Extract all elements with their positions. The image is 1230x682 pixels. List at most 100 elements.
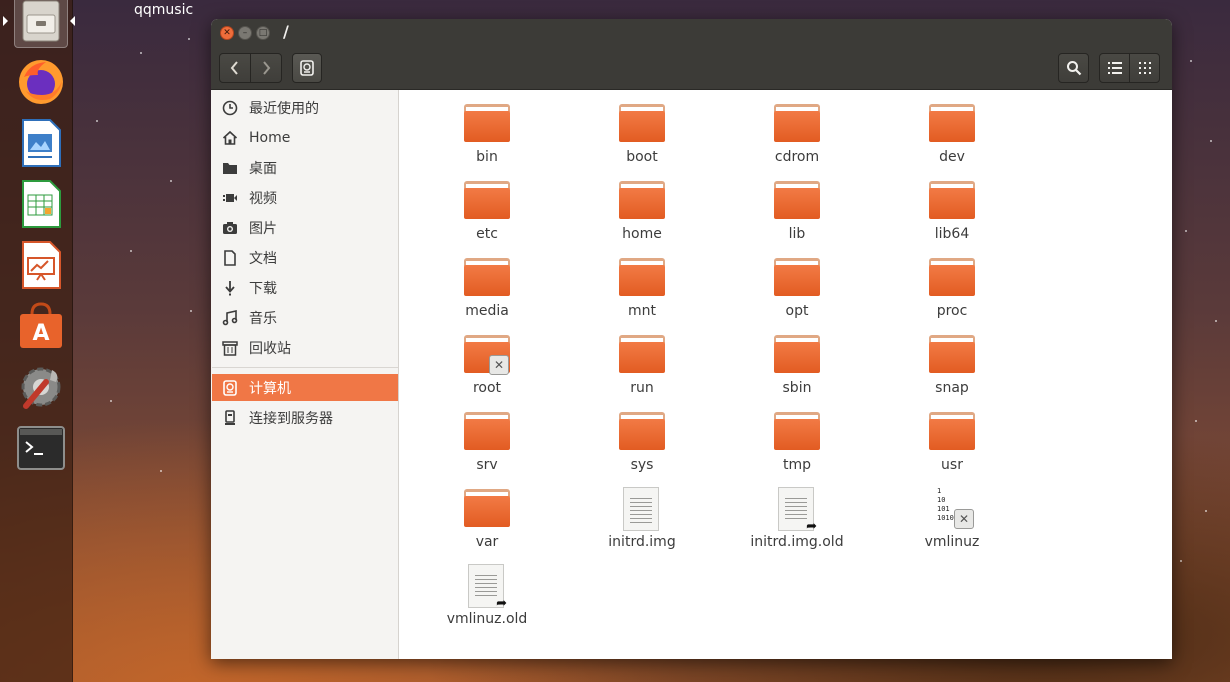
video-icon: [221, 190, 239, 206]
folder-icon: [463, 258, 511, 304]
file-name: vmlinuz: [924, 534, 980, 550]
toolbar: [211, 47, 1172, 90]
symlink-arrow-icon: ➦: [496, 596, 507, 611]
launcher-firefox[interactable]: [14, 55, 68, 109]
file-item[interactable]: mnt: [582, 258, 702, 319]
folder-icon: [463, 412, 511, 458]
sidebar-item-label: 文档: [249, 250, 277, 267]
minimize-button[interactable]: –: [238, 26, 252, 40]
sidebar-item-home[interactable]: Home: [212, 124, 398, 151]
file-item[interactable]: lib: [737, 181, 857, 242]
sidebar-item-downloads[interactable]: 下载: [212, 274, 398, 301]
file-name: var: [475, 534, 499, 550]
sidebar-item-videos[interactable]: 视频: [212, 184, 398, 211]
sidebar-item-label: 最近使用的: [249, 100, 319, 117]
file-item[interactable]: bin: [427, 104, 547, 165]
sidebar-item-computer[interactable]: 计算机: [212, 374, 398, 401]
launcher-settings[interactable]: [14, 360, 68, 414]
launcher-terminal[interactable]: [14, 421, 68, 475]
sidebar-item-documents[interactable]: 文档: [212, 244, 398, 271]
file-item[interactable]: run: [582, 335, 702, 396]
chevron-right-icon: [263, 61, 271, 75]
file-item[interactable]: etc: [427, 181, 547, 242]
file-item[interactable]: snap: [892, 335, 1012, 396]
close-button[interactable]: ✕: [220, 26, 234, 40]
title-bar[interactable]: ✕ – □ /: [211, 19, 1172, 47]
file-item[interactable]: ➦ vmlinuz.old: [427, 564, 547, 627]
launcher-calc[interactable]: [14, 177, 68, 231]
list-view-button[interactable]: [1099, 53, 1130, 83]
calc-icon: [22, 180, 61, 228]
sidebar-item-label: Home: [249, 129, 291, 146]
firefox-icon: [19, 60, 63, 104]
folder-icon: [463, 104, 511, 150]
location-computer-button[interactable]: [292, 53, 322, 83]
file-item[interactable]: boot: [582, 104, 702, 165]
sidebar-item-label: 连接到服务器: [249, 410, 333, 427]
file-item[interactable]: sys: [582, 412, 702, 473]
maximize-icon: □: [258, 27, 268, 38]
file-item[interactable]: initrd.img: [582, 487, 702, 550]
file-item[interactable]: opt: [737, 258, 857, 319]
grid-view-button[interactable]: [1129, 53, 1160, 83]
folder-icon: [618, 335, 666, 381]
sidebar-item-pictures[interactable]: 图片: [212, 214, 398, 241]
file-item[interactable]: srv: [427, 412, 547, 473]
folder-icon: [928, 104, 976, 150]
launcher-software[interactable]: A: [14, 299, 68, 353]
sidebar-item-label: 音乐: [249, 310, 277, 327]
close-icon: ✕: [223, 27, 231, 38]
file-item[interactable]: cdrom: [737, 104, 857, 165]
list-view-icon: [1107, 62, 1122, 74]
search-icon: [1066, 61, 1081, 76]
sidebar-item-label: 下载: [249, 280, 277, 297]
software-center-icon: A: [20, 302, 62, 348]
download-icon: [221, 280, 239, 296]
sidebar-item-music[interactable]: 音乐: [212, 304, 398, 331]
launcher: A: [0, 0, 75, 682]
sidebar-item-connect-server[interactable]: 连接到服务器: [212, 404, 398, 431]
folder-icon: [773, 104, 821, 150]
file-name: lib: [788, 226, 806, 242]
file-name: sbin: [782, 380, 812, 396]
search-button[interactable]: [1058, 53, 1089, 83]
file-name: snap: [935, 380, 969, 396]
grid-view-icon: [1138, 62, 1151, 74]
file-item[interactable]: media: [427, 258, 547, 319]
file-item[interactable]: ✕ root: [427, 335, 547, 396]
launcher-impress[interactable]: [14, 238, 68, 292]
launcher-writer[interactable]: [14, 116, 68, 170]
launcher-files[interactable]: [14, 0, 68, 48]
file-item[interactable]: var: [427, 489, 547, 550]
sidebar-item-label: 视频: [249, 190, 277, 207]
file-name: srv: [476, 457, 498, 473]
file-item[interactable]: tmp: [737, 412, 857, 473]
back-button[interactable]: [219, 53, 251, 83]
sidebar-item-label: 图片: [249, 220, 277, 237]
running-indicator: [3, 16, 8, 26]
file-item[interactable]: 1 10 101 1010 ✕ vmlinuz: [892, 487, 1012, 550]
file-item[interactable]: ➦ initrd.img.old: [737, 487, 857, 550]
file-name: initrd.img: [608, 534, 676, 550]
folder-icon: [773, 335, 821, 381]
file-item[interactable]: lib64: [892, 181, 1012, 242]
file-item[interactable]: usr: [892, 412, 1012, 473]
sidebar-item-recent[interactable]: 最近使用的: [212, 94, 398, 121]
maximize-button[interactable]: □: [256, 26, 270, 40]
sidebar-item-desktop[interactable]: 桌面: [212, 154, 398, 181]
file-item[interactable]: home: [582, 181, 702, 242]
folder-icon: [618, 104, 666, 150]
locked-folder-icon: ✕: [463, 335, 511, 381]
forward-button[interactable]: [250, 53, 282, 83]
file-item[interactable]: sbin: [737, 335, 857, 396]
file-name: tmp: [782, 457, 811, 473]
home-icon: [221, 130, 239, 146]
file-item[interactable]: dev: [892, 104, 1012, 165]
file-item[interactable]: proc: [892, 258, 1012, 319]
document-link-icon: [618, 487, 666, 535]
computer-drive-icon: [300, 60, 314, 76]
file-name: run: [630, 380, 654, 396]
file-name: root: [472, 380, 502, 396]
sidebar-item-trash[interactable]: 回收站: [212, 334, 398, 361]
document-link-icon: ➦: [463, 564, 511, 612]
